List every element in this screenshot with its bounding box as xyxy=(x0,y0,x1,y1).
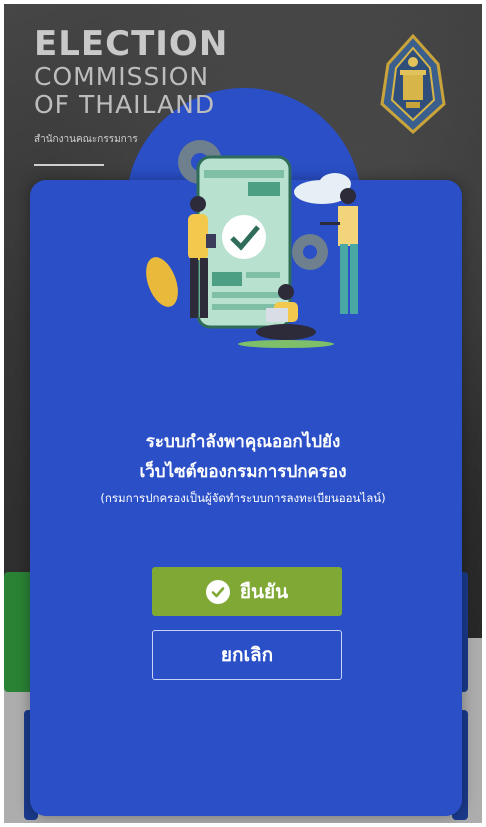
redirect-note: (กรมการปกครองเป็นผู้จัดทำระบบการลงทะเบีย… xyxy=(100,491,386,505)
redirect-message-line2: เว็บไซต์ของกรมการปกครอง xyxy=(139,462,347,482)
check-circle-icon xyxy=(205,579,230,604)
cancel-button[interactable]: ยกเลิก xyxy=(152,630,342,680)
org-divider xyxy=(34,164,104,166)
org-name-line1: ELECTION xyxy=(34,24,229,64)
online-registration-illustration xyxy=(146,140,358,348)
redirect-message-line1: ระบบกำลังพาคุณออกไปยัง xyxy=(145,432,341,452)
ect-emblem-icon xyxy=(380,34,446,134)
org-name-thai: สำนักงานคณะกรรมการ xyxy=(34,134,138,145)
confirm-label: ยืนยัน xyxy=(239,580,289,603)
org-name-line2: COMMISSION xyxy=(34,62,210,91)
org-name-line3: OF THAILAND xyxy=(34,90,216,119)
confirm-button[interactable]: ยืนยัน xyxy=(152,567,342,616)
